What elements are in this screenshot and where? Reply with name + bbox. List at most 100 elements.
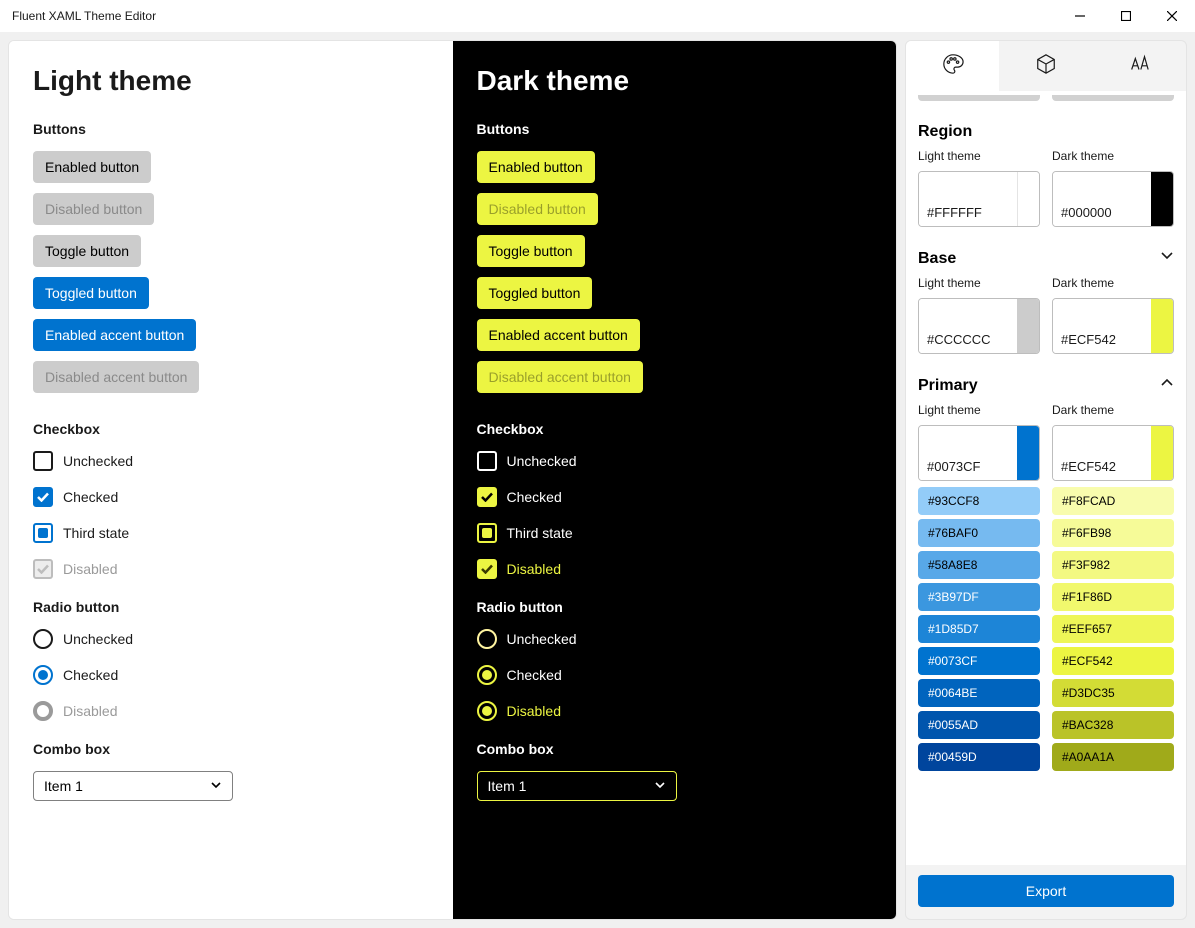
swatch-value: #ECF542 [1053, 299, 1151, 353]
swatch-value: #ECF542 [1053, 426, 1151, 480]
swatch-value: #000000 [1053, 172, 1151, 226]
side-body[interactable]: Region Light theme #FFFFFF Dark theme #0… [906, 91, 1186, 865]
minimize-button[interactable] [1057, 0, 1103, 32]
toggled-button[interactable]: Toggled button [33, 277, 149, 309]
preview-pane: Light theme Buttons Enabled button Disab… [8, 40, 897, 920]
checkbox-label: Unchecked [507, 453, 577, 469]
radio-unchecked[interactable]: Unchecked [33, 629, 429, 649]
palette-swatch[interactable]: #D3DC35 [1052, 679, 1174, 707]
checkbox-unchecked[interactable]: Unchecked [477, 451, 873, 471]
combo-box[interactable]: Item 1 [477, 771, 677, 801]
primary-light-swatch[interactable]: #0073CF [918, 425, 1040, 481]
radio-label: Checked [507, 667, 562, 683]
checkbox-label: Checked [507, 489, 562, 505]
palette-swatch[interactable]: #F1F86D [1052, 583, 1174, 611]
checkbox-label: Third state [63, 525, 129, 541]
chevron-down-icon [654, 778, 666, 794]
export-button[interactable]: Export [918, 875, 1174, 907]
radio-checked[interactable]: Checked [33, 665, 429, 685]
close-button[interactable] [1149, 0, 1195, 32]
region-light-swatch[interactable]: #FFFFFF [918, 171, 1040, 227]
light-buttons: Enabled button Disabled button Toggle bu… [33, 151, 429, 393]
palette-swatch[interactable]: #0064BE [918, 679, 1040, 707]
tab-colors[interactable] [906, 41, 999, 91]
base-dark-swatch[interactable]: #ECF542 [1052, 298, 1174, 354]
primary-light-label: Light theme [918, 403, 1040, 417]
radio-icon [477, 701, 497, 721]
radio-icon [477, 629, 497, 649]
accent-button[interactable]: Enabled accent button [477, 319, 640, 351]
primary-dark-swatch[interactable]: #ECF542 [1052, 425, 1174, 481]
checkbox-icon [477, 523, 497, 543]
titlebar: Fluent XAML Theme Editor [0, 0, 1195, 32]
checkbox-checked[interactable]: Checked [477, 487, 873, 507]
maximize-button[interactable] [1103, 0, 1149, 32]
enabled-button[interactable]: Enabled button [33, 151, 151, 183]
palette-swatch[interactable]: #93CCF8 [918, 487, 1040, 515]
light-radio-header: Radio button [33, 599, 429, 615]
base-light-swatch[interactable]: #CCCCCC [918, 298, 1040, 354]
region-dark-swatch[interactable]: #000000 [1052, 171, 1174, 227]
checkbox-third[interactable]: Third state [33, 523, 429, 543]
palette-swatch[interactable]: #3B97DF [918, 583, 1040, 611]
primary-dark-label: Dark theme [1052, 403, 1174, 417]
preset-placeholder [918, 95, 1174, 101]
palette-swatch[interactable]: #00459D [918, 743, 1040, 771]
checkbox-label: Disabled [63, 561, 117, 577]
region-light-label: Light theme [918, 149, 1040, 163]
tab-typography[interactable] [1093, 41, 1186, 91]
base-header: Base [918, 249, 1174, 268]
palette-swatch[interactable]: #F3F982 [1052, 551, 1174, 579]
checkbox-unchecked[interactable]: Unchecked [33, 451, 429, 471]
dark-buttons-header: Buttons [477, 121, 873, 137]
enabled-button[interactable]: Enabled button [477, 151, 595, 183]
tab-controls[interactable] [999, 41, 1092, 91]
radio-icon [33, 665, 53, 685]
chevron-down-icon [210, 778, 222, 794]
radio-disabled: Disabled [477, 701, 873, 721]
radio-icon [33, 701, 53, 721]
radio-checked[interactable]: Checked [477, 665, 873, 685]
primary-light-palette: #93CCF8 #76BAF0 #58A8E8 #3B97DF #1D85D7 #0073… [918, 487, 1040, 771]
palette-swatch[interactable]: #1D85D7 [918, 615, 1040, 643]
checkbox-disabled: Disabled [477, 559, 873, 579]
palette-swatch[interactable]: #F6FB98 [1052, 519, 1174, 547]
checkbox-label: Third state [507, 525, 573, 541]
swatch-chip [1151, 172, 1173, 226]
chevron-up-icon[interactable] [1160, 376, 1174, 395]
checkbox-label: Checked [63, 489, 118, 505]
palette-swatch[interactable]: #0073CF [918, 647, 1040, 675]
swatch-value: #FFFFFF [919, 172, 1017, 226]
palette-swatch[interactable]: #76BAF0 [918, 519, 1040, 547]
palette-swatch[interactable]: #EEF657 [1052, 615, 1174, 643]
checkbox-third[interactable]: Third state [477, 523, 873, 543]
toggled-button[interactable]: Toggled button [477, 277, 593, 309]
accent-button[interactable]: Enabled accent button [33, 319, 196, 351]
checkbox-icon [477, 487, 497, 507]
checkbox-icon [33, 523, 53, 543]
checkbox-icon [33, 487, 53, 507]
accent-disabled-button: Disabled accent button [477, 361, 643, 393]
palette-swatch[interactable]: #F8FCAD [1052, 487, 1174, 515]
dark-combo-header: Combo box [477, 741, 873, 757]
radio-unchecked[interactable]: Unchecked [477, 629, 873, 649]
dark-title: Dark theme [477, 65, 873, 97]
combo-box[interactable]: Item 1 [33, 771, 233, 801]
disabled-button: Disabled button [33, 193, 154, 225]
light-buttons-header: Buttons [33, 121, 429, 137]
dark-checkbox-header: Checkbox [477, 421, 873, 437]
toggle-button[interactable]: Toggle button [477, 235, 585, 267]
palette-swatch[interactable]: #BAC328 [1052, 711, 1174, 739]
chevron-down-icon[interactable] [1160, 249, 1174, 268]
palette-swatch[interactable]: #ECF542 [1052, 647, 1174, 675]
checkbox-icon [33, 451, 53, 471]
checkbox-icon [33, 559, 53, 579]
swatch-chip [1017, 299, 1039, 353]
palette-swatch[interactable]: #A0AA1A [1052, 743, 1174, 771]
checkbox-icon [477, 451, 497, 471]
checkbox-checked[interactable]: Checked [33, 487, 429, 507]
toggle-button[interactable]: Toggle button [33, 235, 141, 267]
palette-swatch[interactable]: #0055AD [918, 711, 1040, 739]
palette-icon [942, 53, 964, 80]
palette-swatch[interactable]: #58A8E8 [918, 551, 1040, 579]
